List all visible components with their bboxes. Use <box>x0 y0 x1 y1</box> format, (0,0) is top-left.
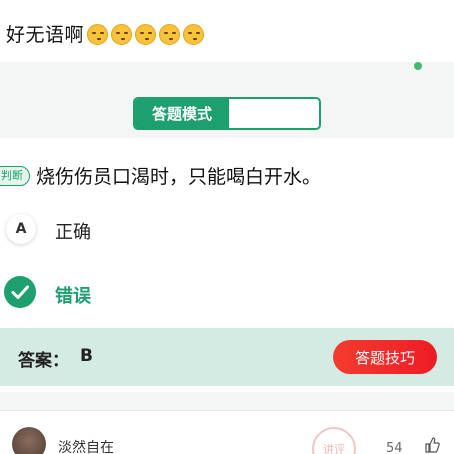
answer-label: 答案： <box>18 351 69 371</box>
thumbs-up-icon[interactable] <box>424 437 440 453</box>
post-text-line: 好无语啊 <box>6 20 205 47</box>
watermark-stamp: 讲评 <box>312 427 356 454</box>
smirk-emoji-icon <box>159 24 181 45</box>
smirk-emoji-icon <box>111 24 133 45</box>
comment-username[interactable]: 淡然自在 <box>58 437 114 454</box>
option-b-text: 错误 <box>55 286 91 307</box>
option-a-letter: A <box>6 214 36 244</box>
check-icon <box>4 276 36 308</box>
option-a[interactable]: A 正确 <box>0 208 454 258</box>
like-count: 54 <box>386 441 403 454</box>
question-text: 烧伤伤员口渴时，只能喝白开水。 <box>36 166 322 188</box>
mode-switch[interactable]: 答题模式 <box>133 97 321 130</box>
green-dot-icon <box>414 62 422 70</box>
question-type-badge: 判断 <box>0 166 30 186</box>
smirk-emoji-icon <box>183 24 205 45</box>
quiz-screenshot: 答题模式 判断 烧伤伤员口渴时，只能喝白开水。 A 正确 错误 答案： B 答题… <box>0 62 454 454</box>
post-text: 好无语啊 <box>6 24 85 46</box>
answer-bar: 答案： B 答题技巧 <box>0 328 454 386</box>
answer-tips-button[interactable]: 答题技巧 <box>333 340 437 374</box>
smirk-emoji-icon <box>135 24 157 45</box>
answer-value: B <box>80 346 93 366</box>
option-a-text: 正确 <box>55 222 91 243</box>
option-b[interactable]: 错误 <box>0 272 454 322</box>
smirk-emoji-icon <box>87 24 109 45</box>
comment-area: 淡然自在 讲评 54 <box>0 410 454 454</box>
avatar[interactable] <box>12 427 46 454</box>
mode-active-tab[interactable]: 答题模式 <box>135 99 229 128</box>
post-header: 好无语啊 <box>0 0 454 62</box>
